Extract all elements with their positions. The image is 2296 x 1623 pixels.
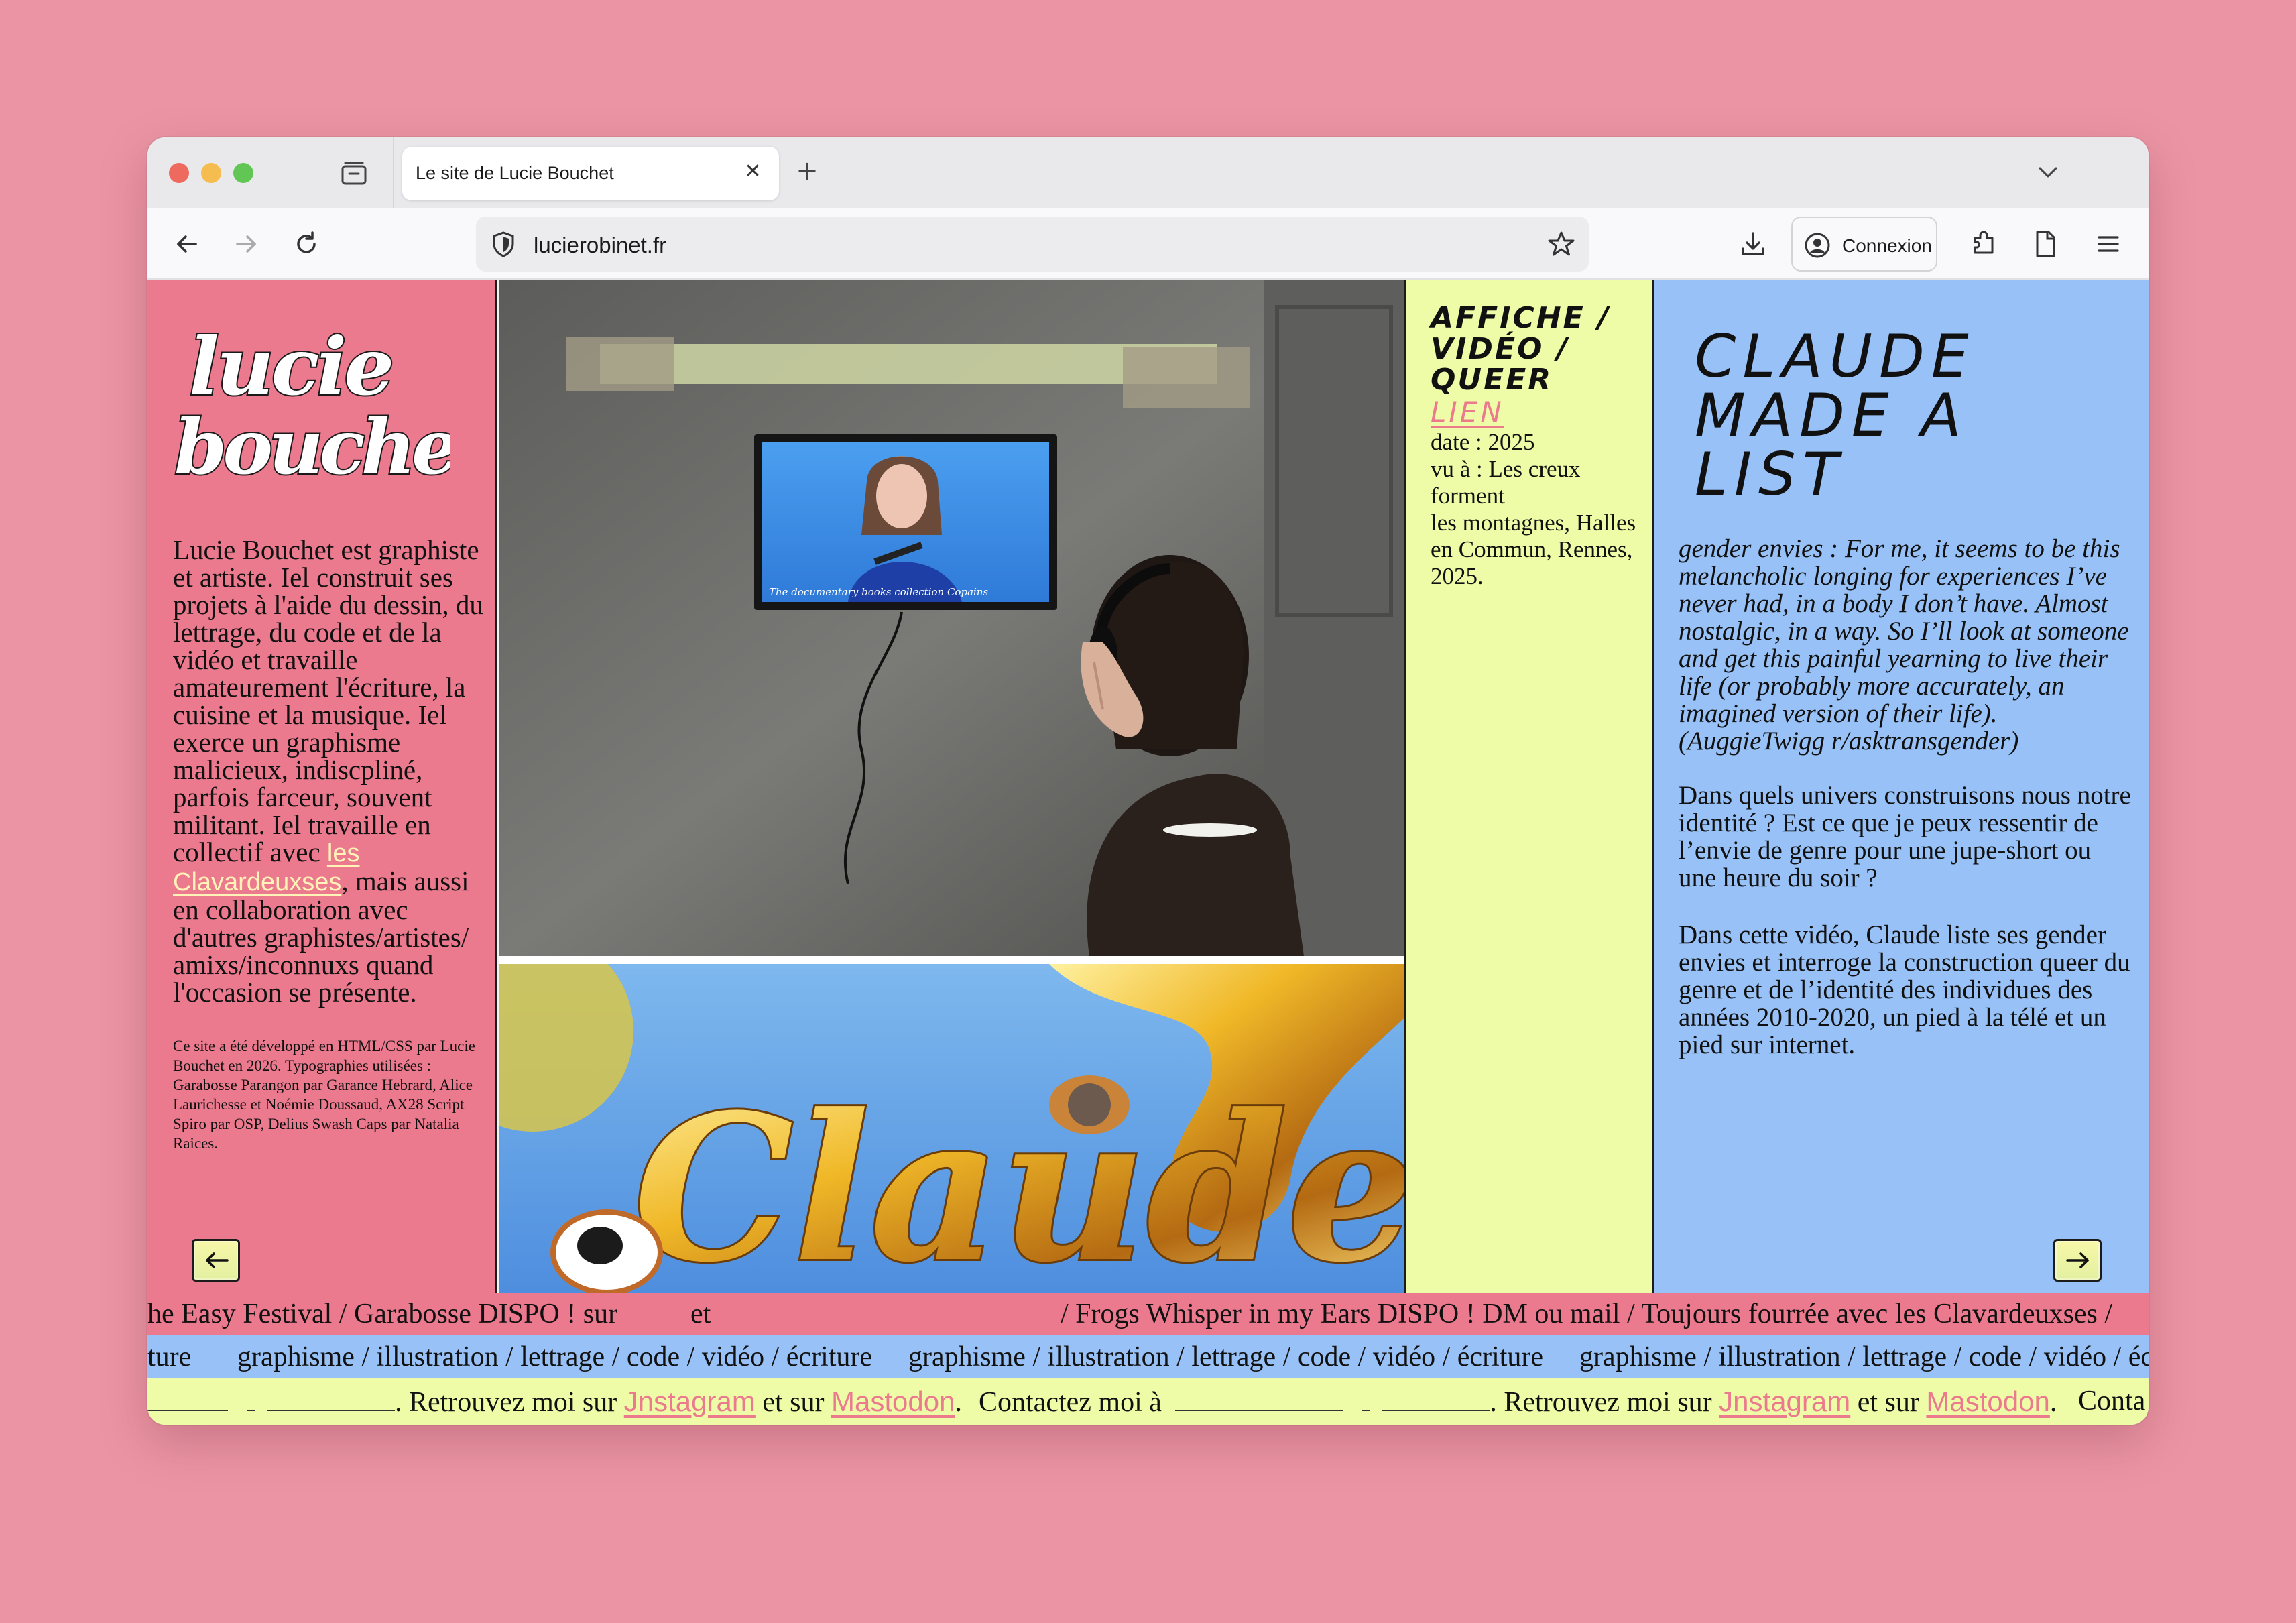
project-paragraph-1: Dans quels univers construisons nous not… [1679, 781, 2131, 892]
mastodon-link-1[interactable]: Mastodon [831, 1386, 955, 1417]
shield-icon[interactable] [488, 229, 519, 259]
mastodon-link-2[interactable]: Mastodon [1926, 1386, 2049, 1417]
claude-poster[interactable]: Claude [499, 964, 1404, 1293]
tab-close-icon[interactable]: ✕ [739, 158, 767, 186]
logo-line-2: bouchet [174, 404, 450, 491]
bio-text: Lucie Bouchet est graphiste et artiste. … [173, 536, 488, 1006]
back-icon[interactable] [172, 229, 202, 259]
news-marquee-text-3: / Frogs Whisper in my Ears DISPO ! DM ou… [1061, 1299, 2113, 1329]
download-icon[interactable] [1738, 229, 1768, 259]
contact-marquee-segment-1: . Retrouvez moi sur Jnstagram et sur Mas… [147, 1378, 962, 1425]
exhibition-photo[interactable]: The documentary books collection Copains [499, 280, 1404, 956]
news-marquee-text-2: et [690, 1299, 711, 1329]
project-meta: date : 2025 vu à : Les creux forment les… [1431, 429, 1645, 590]
logo-line-1: lucie [189, 320, 391, 413]
reader-icon[interactable] [2030, 229, 2061, 259]
contact-text-1: Contactez moi à [979, 1387, 1162, 1418]
project-venue: vu à : Les creux forment [1431, 456, 1581, 509]
project-title: CLAUDE MADE A LIST [1695, 322, 1976, 509]
skills-marquee: ture graphisme / illustration / lettrage… [147, 1335, 2149, 1378]
retrouvez-text-1: . Retrouvez moi sur [395, 1387, 617, 1418]
navigation-bar: lucierobinet.fr Connexion [147, 208, 2149, 280]
active-tab[interactable]: Le site de Lucie Bouchet ✕ [402, 147, 779, 200]
contact-marquee: . Retrouvez moi sur Jnstagram et sur Mas… [147, 1378, 2149, 1425]
address-bar[interactable]: lucierobinet.fr [476, 217, 1589, 272]
menu-icon[interactable] [2093, 229, 2124, 259]
email-placeholder-6 [1382, 1391, 1490, 1411]
news-marquee: he Easy Festival / Garabosse DISPO ! sur… [147, 1293, 2149, 1335]
project-categories: AFFICHE / VIDÉO / QUEER [1431, 301, 1611, 397]
bio-text-start: Lucie Bouchet est graphiste et artiste. … [173, 534, 483, 867]
period-text-1: . [955, 1387, 962, 1418]
instagram-link-1[interactable]: Jnstagram [624, 1386, 756, 1417]
tab-overview-icon[interactable] [341, 160, 367, 186]
et-sur-text-1: et sur [762, 1387, 825, 1418]
claude-poster-drawing: Claude [499, 964, 1404, 1293]
project-description-column: CLAUDE MADE A LIST gender envies : For m… [1654, 280, 2149, 1293]
email-placeholder-1 [147, 1391, 228, 1411]
connexion-label: Connexion [1842, 235, 1932, 256]
tab-strip: Le site de Lucie Bouchet ✕ + [147, 137, 2149, 208]
email-placeholder-2 [247, 1391, 255, 1411]
star-icon[interactable] [1546, 229, 1577, 259]
contact-text-2: Conta [2078, 1386, 2146, 1417]
close-window-button[interactable] [169, 163, 189, 183]
period-text-2: . [2049, 1387, 2057, 1418]
arrow-right-icon [2066, 1252, 2089, 1268]
logo[interactable]: lucie bouchet [169, 320, 450, 495]
email-placeholder-3 [267, 1391, 395, 1411]
email-placeholder-5 [1362, 1391, 1370, 1411]
forward-icon[interactable] [231, 229, 261, 259]
minimize-window-button[interactable] [201, 163, 221, 183]
account-icon [1805, 233, 1830, 258]
email-placeholder-4 [1175, 1391, 1343, 1411]
skills-marquee-text-4: graphisme / illustration / lettrage / co… [1579, 1341, 2149, 1372]
page-viewport: lucie bouchet Lucie Bouchet est graphist… [147, 280, 2149, 1425]
project-meta-column: AFFICHE / VIDÉO / QUEER LIEN date : 2025… [1404, 280, 1654, 1293]
et-sur-text-2: et sur [1857, 1387, 1919, 1418]
reload-icon[interactable] [291, 229, 322, 259]
news-marquee-text-1: he Easy Festival / Garabosse DISPO ! sur [147, 1299, 618, 1329]
instagram-link-2[interactable]: Jnstagram [1719, 1386, 1850, 1417]
skills-marquee-text-1: ture [147, 1341, 192, 1372]
skills-marquee-text-3: graphisme / illustration / lettrage / co… [908, 1341, 1544, 1372]
previous-project-button[interactable] [192, 1239, 240, 1282]
arrow-left-icon [206, 1252, 229, 1268]
tab-title: Le site de Lucie Bouchet [416, 163, 614, 183]
zoom-window-button[interactable] [233, 163, 253, 183]
retrouvez-text-2: . Retrouvez moi sur [1490, 1387, 1712, 1418]
project-venue-detail: les montagnes, Halles en Commun, Rennes,… [1431, 509, 1636, 589]
tv-subtitle: The documentary books collection Copains [769, 586, 988, 598]
contact-marquee-segment-2: Contactez moi à . Retrouvez moi sur Jnst… [979, 1378, 2057, 1425]
credits-text: Ce site a été développé en HTML/CSS par … [173, 1038, 475, 1152]
skills-marquee-text-2: graphisme / illustration / lettrage / co… [237, 1341, 873, 1372]
project-link[interactable]: LIEN [1431, 396, 1504, 428]
project-quote: gender envies : For me, it seems to be t… [1679, 534, 2129, 756]
sidebar: lucie bouchet Lucie Bouchet est graphist… [147, 280, 497, 1293]
exhibition-photo-drawing: The documentary books collection Copains [499, 280, 1404, 956]
extensions-icon[interactable] [1968, 229, 1999, 259]
connexion-button[interactable]: Connexion [1791, 217, 1937, 272]
poster-word: Claude [633, 1070, 1404, 1293]
browser-window: Le site de Lucie Bouchet ✕ + lucierobine… [147, 137, 2149, 1425]
url-text[interactable]: lucierobinet.fr [534, 233, 666, 258]
project-date: date : 2025 [1431, 429, 1535, 455]
tab-separator [393, 137, 394, 208]
chevron-down-icon[interactable] [2035, 159, 2061, 186]
next-project-button[interactable] [2053, 1239, 2102, 1282]
project-paragraph-2: Dans cette vidéo, Claude liste ses gende… [1679, 920, 2130, 1059]
new-tab-button[interactable]: + [791, 155, 823, 187]
gallery-column: The documentary books collection Copains [499, 280, 1404, 1293]
